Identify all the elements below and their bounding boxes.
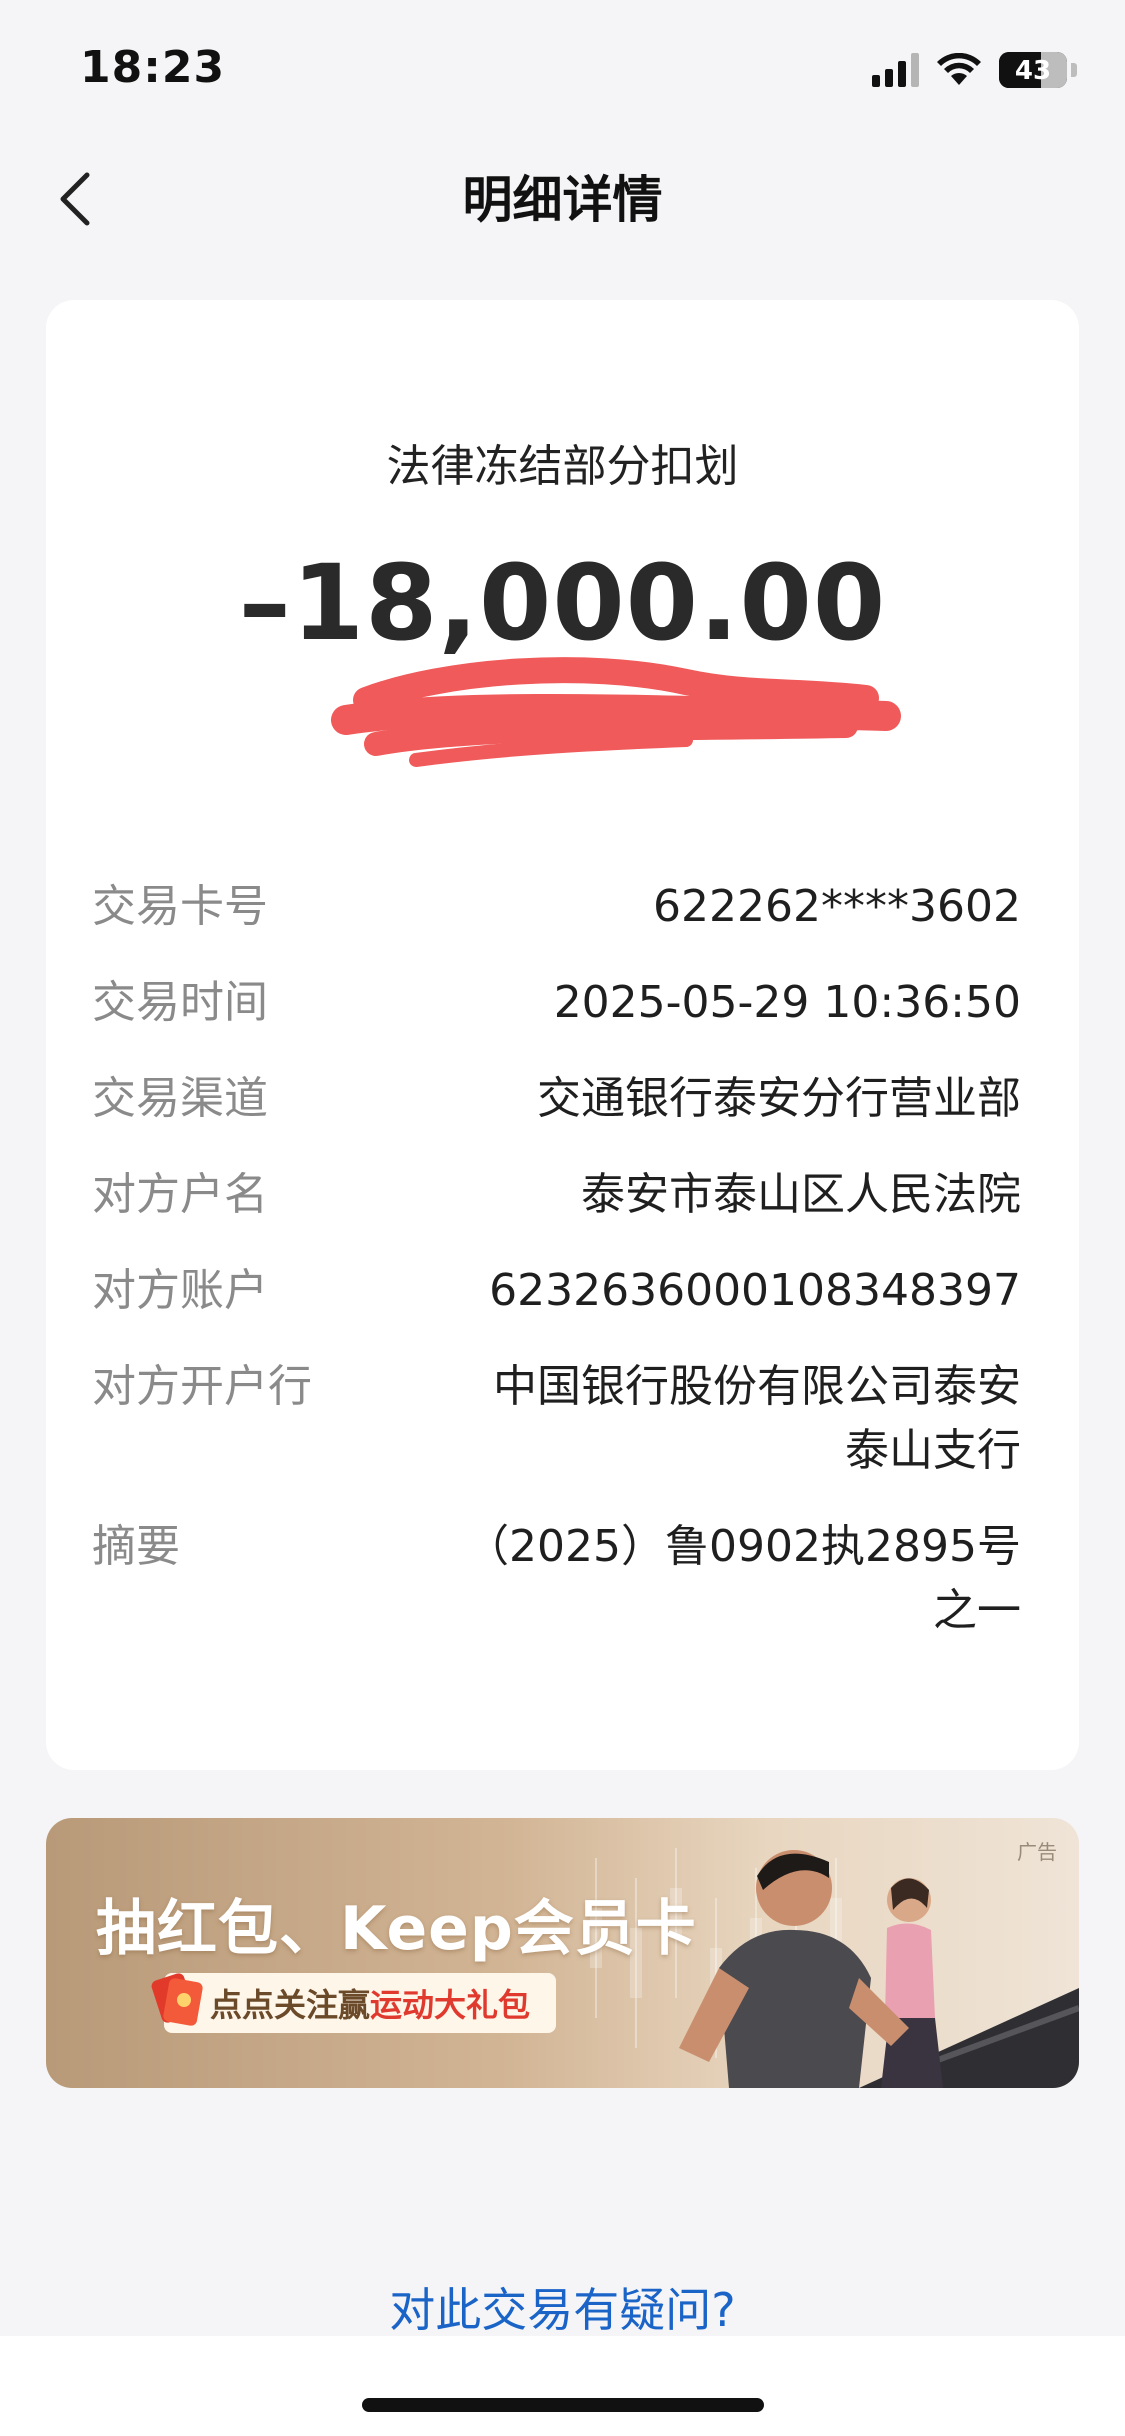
detail-value: 6232636000108348397 (489, 1265, 1021, 1316)
status-icons: 43 (872, 50, 1077, 90)
ad-title: 抽红包、Keep会员卡 (96, 1894, 697, 1964)
detail-row-channel: 交易渠道 交通银行泰安分行营业部 (92, 1067, 1021, 1131)
cellular-signal-icon (872, 53, 919, 87)
detail-row-counterparty-account: 对方账户 6232636000108348397 (92, 1259, 1021, 1323)
detail-value: 泰安市泰山区人民法院 (581, 1169, 1021, 1220)
athletes-image (679, 1850, 1079, 2088)
detail-label: 摘要 (92, 1521, 180, 1572)
status-time: 18:23 (80, 42, 226, 93)
detail-value: 交通银行泰安分行营业部 (537, 1073, 1021, 1124)
detail-label: 对方户名 (92, 1169, 268, 1220)
detail-label: 交易时间 (92, 977, 268, 1028)
transaction-card: 法律冻结部分扣划 –18,000.00 交易卡号 622262****3602 … (46, 300, 1079, 1770)
transaction-question-link[interactable]: 对此交易有疑问? (0, 2274, 1125, 2340)
page-title: 明细详情 (462, 171, 663, 229)
battery-icon: 43 (999, 52, 1067, 88)
detail-label: 交易渠道 (92, 1073, 268, 1124)
detail-row-card-number: 交易卡号 622262****3602 (92, 875, 1021, 939)
wifi-icon (937, 53, 981, 85)
ad-subtitle-part1: 点点关注赢 (210, 1986, 371, 2024)
transaction-details: 交易卡号 622262****3602 交易时间 2025-05-29 10:3… (92, 875, 1021, 1643)
detail-row-counterparty-bank: 对方开户行 中国银行股份有限公司泰安泰山支行 (92, 1355, 1021, 1483)
battery-tip (1071, 63, 1077, 77)
detail-label: 对方账户 (92, 1265, 268, 1316)
home-indicator[interactable] (362, 2398, 764, 2412)
ad-subtitle-pill: 点点关注赢 运动大礼包 (164, 1973, 557, 2033)
nav-bar: 明细详情 (0, 140, 1125, 250)
battery-level: 43 (1014, 56, 1052, 86)
ad-subtitle-part2: 运动大礼包 (370, 1986, 531, 2024)
detail-row-summary: 摘要 （2025）鲁0902执2895号之一 (92, 1515, 1021, 1643)
detail-value: 622262****3602 (653, 881, 1021, 932)
detail-label: 对方开户行 (92, 1361, 312, 1412)
redaction-scribble (331, 657, 901, 767)
screen: 18:23 43 明细详情 法律冻结部分扣划 –18,000.00 交易卡号 6… (0, 0, 1125, 2436)
detail-row-time: 交易时间 2025-05-29 10:36:50 (92, 971, 1021, 1035)
ad-banner[interactable]: 广告 抽红包、Keep会员卡 点点关注赢 运动大礼包 (46, 1818, 1079, 2088)
red-envelope-icon (151, 1973, 203, 2026)
detail-row-counterparty-name: 对方户名 泰安市泰山区人民法院 (92, 1163, 1021, 1227)
status-bar: 18:23 43 (0, 0, 1125, 140)
detail-value: 2025-05-29 10:36:50 (553, 977, 1021, 1028)
detail-value: （2025）鲁0902执2895号之一 (465, 1521, 1021, 1636)
bottom-bar (0, 2336, 1125, 2436)
transaction-type: 法律冻结部分扣划 (386, 441, 739, 492)
detail-label: 交易卡号 (92, 881, 268, 932)
detail-value: 中国银行股份有限公司泰安泰山支行 (493, 1361, 1021, 1476)
